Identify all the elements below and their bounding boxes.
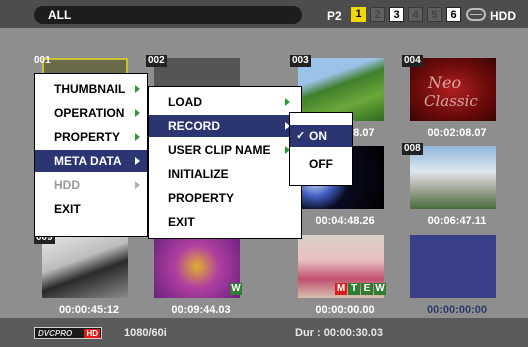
clip-duration: 00:04:48.26 xyxy=(315,215,375,227)
hdd-label: HDD xyxy=(490,9,516,23)
card-slot-3: 3 xyxy=(389,7,404,22)
clip-duration: 00:06:47.11 xyxy=(427,215,487,227)
card-slot-2: 2 xyxy=(370,7,385,22)
badge-t: T xyxy=(348,283,360,295)
clip-duration: 00:02:08.07 xyxy=(427,127,487,139)
menu-item-property[interactable]: PROPERTY xyxy=(35,126,147,148)
main-menu: THUMBNAIL OPERATION PROPERTY META DATA H… xyxy=(34,73,148,237)
submenu-item-property[interactable]: PROPERTY xyxy=(149,187,301,209)
card-slot-4: 4 xyxy=(408,7,423,22)
dvcpro-text: DVCPRO xyxy=(38,329,73,338)
badge-e: E xyxy=(361,283,373,295)
menu-item-exit[interactable]: EXIT xyxy=(35,198,147,220)
clip-duration: 00:00:00:00 xyxy=(427,304,487,316)
top-status-bar: ALL P2 1 2 3 4 5 6 HDD xyxy=(0,0,528,28)
hdd-icon xyxy=(466,8,486,21)
bottom-status-bar: DVCPRO HD 1080/60i Dur : 00:00:30.03 xyxy=(0,318,528,347)
submenu-item-user-clip-name[interactable]: USER CLIP NAME xyxy=(149,139,301,161)
thumbnail-image xyxy=(154,235,240,298)
menu-item-hdd: HDD xyxy=(35,174,147,196)
submenu-item-exit[interactable]: EXIT xyxy=(149,211,301,233)
meta-data-submenu: LOAD RECORD USER CLIP NAME INITIALIZE PR… xyxy=(148,86,302,239)
badge-w: W xyxy=(374,283,386,295)
menu-item-operation[interactable]: OPERATION xyxy=(35,102,147,124)
total-duration: Dur : 00:00:30.03 xyxy=(295,327,384,339)
checkmark-icon: ✓ xyxy=(296,130,306,142)
chevron-right-icon xyxy=(135,85,140,93)
neo-classic-logo: NeoClassic xyxy=(424,73,478,110)
clip-duration: 00:00:00.00 xyxy=(315,304,375,316)
clip-number: 003 xyxy=(290,55,311,67)
card-slot-5: 5 xyxy=(427,7,442,22)
chevron-right-icon xyxy=(135,133,140,141)
card-slot-1: 1 xyxy=(351,7,366,22)
submenu-item-initialize[interactable]: INITIALIZE xyxy=(149,163,301,185)
hd-badge: HD xyxy=(84,329,100,338)
submenu-item-record[interactable]: RECORD xyxy=(149,115,301,137)
screen: 002 003 00:00:28.07 NeoClassic 004 00:02… xyxy=(0,0,528,347)
menu-item-thumbnail[interactable]: THUMBNAIL xyxy=(35,78,147,100)
badge-w: W xyxy=(230,283,242,295)
clip-indicators: W xyxy=(230,283,242,295)
clip-duration: 00:09:44.03 xyxy=(171,304,231,316)
chevron-right-icon xyxy=(135,109,140,117)
option-off[interactable]: OFF xyxy=(290,153,352,175)
card-slot-6: 6 xyxy=(446,7,461,22)
menu-item-meta-data[interactable]: META DATA xyxy=(35,150,147,172)
chevron-right-icon xyxy=(135,157,140,165)
dvcpro-hd-logo: DVCPRO HD xyxy=(34,327,102,339)
option-on[interactable]: ✓ ON xyxy=(290,125,352,147)
clip-filter-label: ALL xyxy=(34,6,302,24)
clip-number: 001 xyxy=(34,55,51,66)
thumbnail-image xyxy=(410,235,496,298)
thumbnail-image xyxy=(410,146,496,209)
thumbnail-image: Neo Classic xyxy=(410,58,496,121)
chevron-right-icon xyxy=(135,181,140,189)
clip-indicators: M T E W xyxy=(335,283,386,295)
video-format: 1080/60i xyxy=(124,327,167,339)
submenu-item-load[interactable]: LOAD xyxy=(149,91,301,113)
svg-text:Classic: Classic xyxy=(424,92,478,110)
clip-duration: 00:00:45:12 xyxy=(59,304,119,316)
thumbnail-image xyxy=(42,235,128,298)
clip-number: 004 xyxy=(402,55,423,67)
svg-text:Neo: Neo xyxy=(427,73,461,92)
badge-m: M xyxy=(335,283,347,295)
chevron-right-icon xyxy=(285,98,290,106)
p2-label: P2 xyxy=(327,9,342,23)
clip-number: 002 xyxy=(146,55,167,67)
record-options-menu: ✓ ON OFF xyxy=(289,112,353,186)
clip-number: 008 xyxy=(402,143,423,155)
